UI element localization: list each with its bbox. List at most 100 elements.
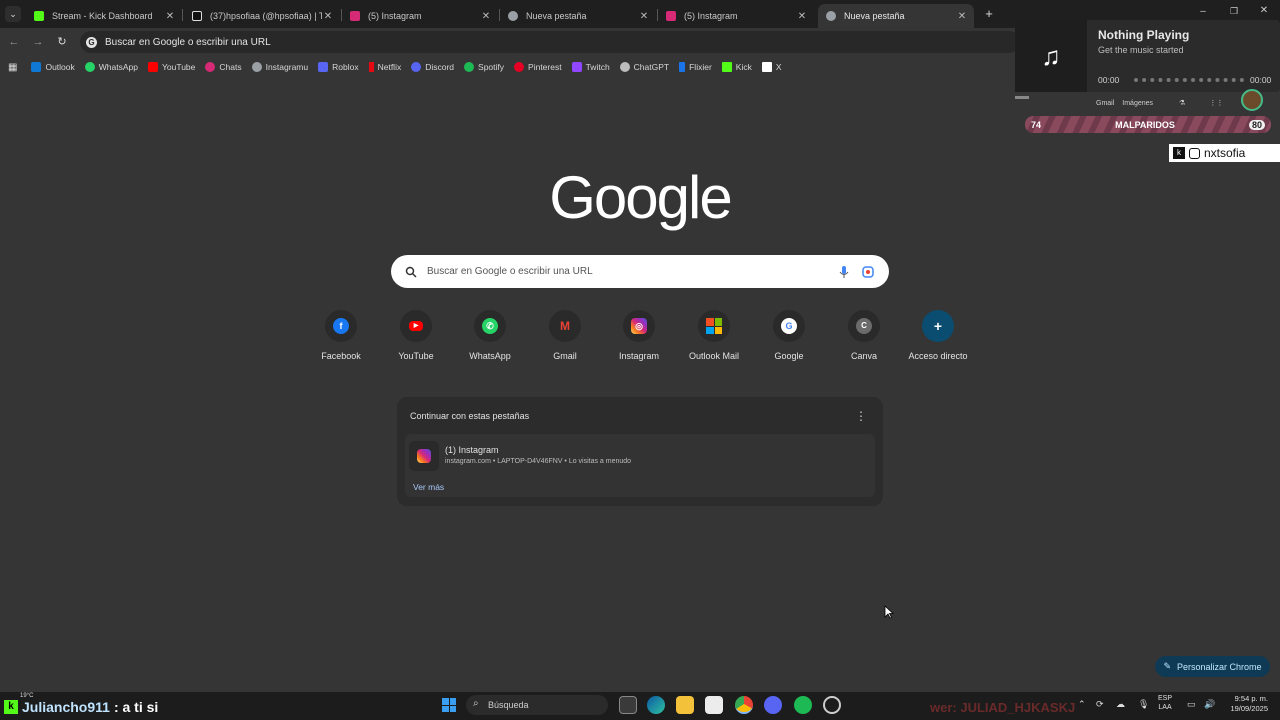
tab-kick-dashboard[interactable]: Stream - Kick Dashboard ✕ [26, 4, 182, 28]
back-button[interactable]: ← [6, 34, 22, 50]
edge-icon[interactable] [647, 696, 665, 714]
bookmark-label: X [775, 62, 782, 72]
instagram-icon [205, 62, 216, 72]
language-top: ESP [1158, 695, 1173, 702]
language-indicator[interactable]: ESP LAA [1158, 694, 1172, 712]
app-icon[interactable] [823, 696, 841, 714]
file-explorer-icon[interactable] [676, 696, 694, 714]
bookmark-outlook[interactable]: Outlook [31, 62, 75, 72]
sync-icon[interactable]: ⟳ [1096, 699, 1104, 710]
bookmark-instagramu[interactable]: Instagramu [251, 62, 309, 72]
more-options-icon[interactable]: ⋮ [855, 409, 867, 423]
volume-icon[interactable]: 🔊 [1204, 699, 1215, 710]
shortcut-instagram[interactable]: ◎ Instagram [603, 310, 675, 361]
store-icon[interactable] [705, 696, 723, 714]
bookmark-label: Flixier [689, 62, 712, 72]
social-handle: nxtsofia [1204, 146, 1246, 160]
bookmark-netflix[interactable]: Netflix [368, 62, 401, 72]
tab-new-tab-active[interactable]: Nueva pestaña ✕ [818, 4, 974, 28]
shortcut-tile: ◎ [623, 310, 655, 342]
bookmark-youtube[interactable]: YouTube [147, 62, 195, 72]
bookmark-chats[interactable]: Chats [205, 62, 242, 72]
bookmark-label: Instagramu [265, 62, 309, 72]
close-icon[interactable]: ✕ [480, 11, 492, 22]
tab-new-tab[interactable]: Nueva pestaña ✕ [500, 4, 656, 28]
forward-button[interactable]: → [30, 34, 46, 50]
close-icon[interactable]: ✕ [322, 11, 334, 22]
see-more-link[interactable]: Ver más [413, 482, 444, 492]
microphone-icon[interactable] [837, 265, 851, 279]
search-box[interactable]: Buscar en Google o escribir una URL [391, 255, 889, 288]
restore-button[interactable]: ❐ [1227, 6, 1241, 20]
chat-username: Julianchо911 [22, 699, 110, 715]
shortcut-tile: G [773, 310, 805, 342]
item-icon-tile [409, 441, 439, 471]
progress-bar [1134, 78, 1244, 82]
bookmark-flixier[interactable]: Flixier [679, 62, 712, 72]
system-clock[interactable]: 9:54 p. m. 19/09/2025 [1222, 694, 1268, 714]
bookmark-x[interactable]: X [761, 62, 782, 72]
bookmark-roblox[interactable]: Roblox [318, 62, 359, 72]
shortcut-canva[interactable]: C Canva [828, 310, 900, 361]
tab-tiktok[interactable]: (37)hpsofiaa (@hpsofiaa) | TikTok ✕ [184, 4, 340, 28]
discord-icon[interactable] [764, 696, 782, 714]
chatgpt-icon [619, 62, 630, 72]
cloud-icon[interactable]: ☁ [1116, 699, 1125, 710]
tab-divider [182, 9, 183, 21]
chat-message: : a ti si [113, 699, 159, 715]
continue-tab-item[interactable]: (1) Instagram instagram.com • LAPTOP-D4V… [405, 434, 875, 497]
bookmark-kick[interactable]: Kick [721, 62, 752, 72]
tab-search-button[interactable]: ⌄ [5, 6, 21, 22]
chrome-icon[interactable] [735, 696, 753, 714]
google-lens-icon[interactable] [861, 265, 875, 279]
shortcut-google[interactable]: G Google [753, 310, 825, 361]
labs-icon[interactable]: ⚗ [1179, 99, 1185, 107]
images-link[interactable]: Imágenes [1122, 100, 1153, 107]
flixier-icon [679, 62, 686, 72]
shortcut-add[interactable]: + Acceso directo [902, 310, 974, 361]
bookmark-whatsapp[interactable]: WhatsApp [84, 62, 138, 72]
network-icon[interactable]: ▭ [1187, 699, 1196, 710]
personalize-chrome-button[interactable]: ✎ Personalizar Chrome [1155, 656, 1270, 677]
search-placeholder: Buscar en Google o escribir una URL [427, 266, 593, 277]
shortcut-gmail[interactable]: M Gmail [529, 310, 601, 361]
bookmark-twitch[interactable]: Twitch [571, 62, 610, 72]
bookmark-spotify[interactable]: Spotify [464, 62, 504, 72]
apps-icon[interactable]: ⋮⋮ [1209, 99, 1223, 107]
new-tab-button[interactable]: + [982, 6, 996, 22]
shortcut-youtube[interactable]: ▶ YouTube [380, 310, 452, 361]
bookmark-label: Kick [735, 62, 752, 72]
microphone-icon[interactable]: 🎙 [1138, 699, 1149, 710]
minimize-button[interactable]: – [1196, 6, 1210, 20]
gmail-link[interactable]: Gmail [1096, 100, 1114, 107]
close-icon[interactable]: ✕ [164, 11, 176, 22]
task-view-icon[interactable] [619, 696, 637, 714]
reload-button[interactable]: ↻ [54, 34, 70, 50]
shortcut-outlook-mail[interactable]: Outlook Mail [678, 310, 750, 361]
right-score: 80 [1248, 119, 1265, 130]
close-icon[interactable]: ✕ [956, 11, 968, 22]
shortcut-tile: ✆ [474, 310, 506, 342]
search-icon: ⌕ [473, 698, 479, 709]
shortcut-whatsapp[interactable]: ✆ WhatsApp [454, 310, 526, 361]
tab-instagram[interactable]: (5) Instagram ✕ [658, 4, 814, 28]
apps-grid-icon[interactable]: ▦ [8, 62, 17, 73]
close-icon[interactable]: ✕ [796, 11, 808, 22]
close-icon[interactable]: ✕ [638, 11, 650, 22]
bookmark-pinterest[interactable]: Pinterest [514, 62, 562, 72]
avatar[interactable] [1241, 89, 1264, 111]
spotify-icon[interactable] [794, 696, 812, 714]
chevron-up-icon[interactable]: ⌃ [1078, 699, 1086, 710]
bookmark-discord[interactable]: Discord [411, 62, 454, 72]
shortcut-facebook[interactable]: f Facebook [305, 310, 377, 361]
windows-start-icon[interactable] [440, 696, 458, 714]
address-bar[interactable]: G Buscar en Google o escribir una URL [80, 31, 1020, 53]
taskbar [0, 692, 1280, 720]
shortcut-label: Acceso directo [908, 351, 968, 361]
kick-icon: k [4, 700, 18, 714]
instagram-icon [350, 11, 360, 21]
tab-instagram[interactable]: (5) Instagram ✕ [342, 4, 498, 28]
close-window-button[interactable]: ✕ [1257, 5, 1271, 19]
bookmark-chatgpt[interactable]: ChatGPT [619, 62, 669, 72]
taskbar-search[interactable]: ⌕ Búsqueda [466, 695, 608, 715]
